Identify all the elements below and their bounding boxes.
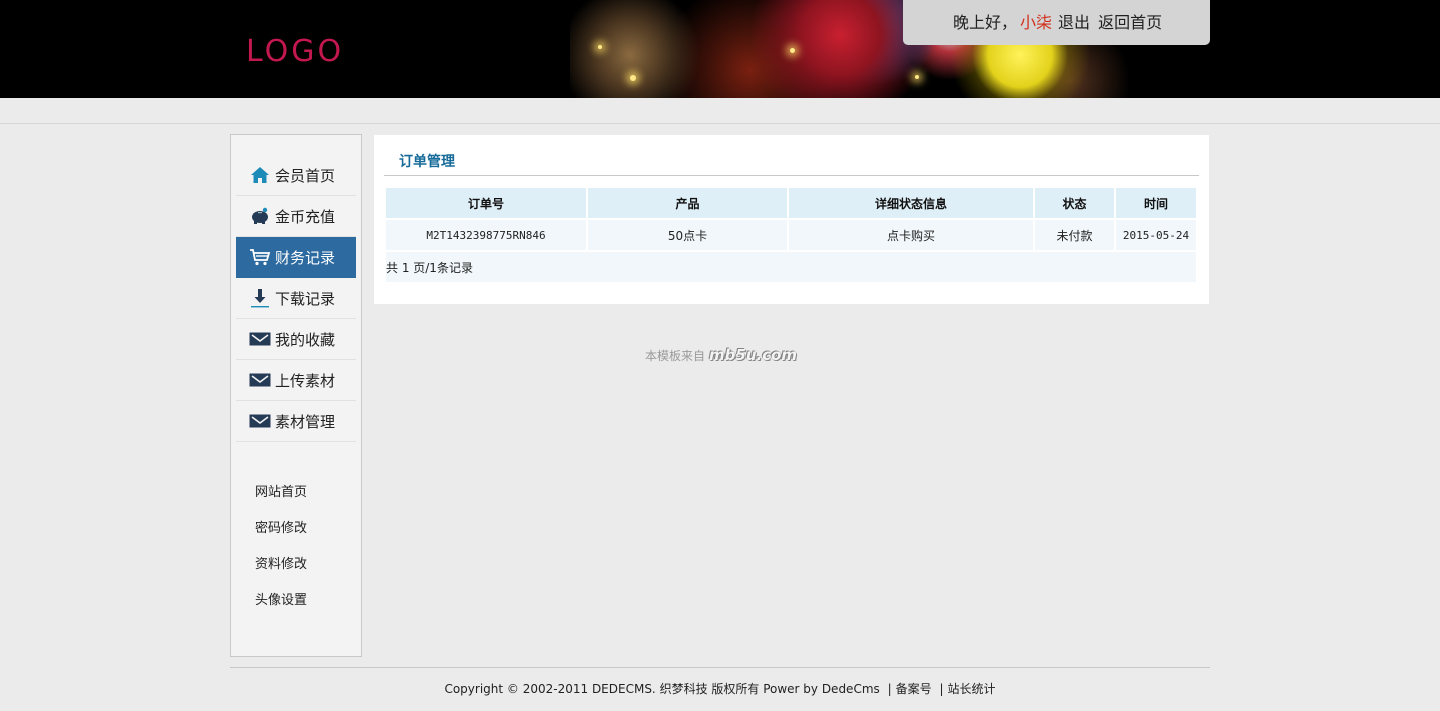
footer: Copyright © 2002-2011 DEDECMS. 织梦科技 版权所有… (0, 680, 1440, 697)
sidebar-link-avatar-settings[interactable]: 头像设置 (255, 589, 307, 608)
sidebar-item-member-home[interactable]: 会员首页 (236, 155, 356, 196)
sidebar-link-site-home[interactable]: 网站首页 (255, 481, 307, 500)
table-row: M2T1432398775RN846 50点卡 点卡购买 未付款 2015-05… (386, 220, 1196, 250)
username-link[interactable]: 小柒 (1020, 13, 1052, 32)
home-icon (249, 165, 271, 185)
sidebar-item-upload-material[interactable]: 上传素材 (236, 360, 356, 401)
status-cell: 未付款 (1035, 220, 1114, 250)
user-info-box: 晚上好， 小柒 退出 返回首页 (903, 0, 1210, 45)
column-header-time: 时间 (1116, 188, 1196, 218)
sidebar-item-coin-recharge[interactable]: 金币充值 (236, 196, 356, 237)
template-watermark: 本模板来自 mb5u.com (645, 346, 797, 364)
sidebar-item-finance-records[interactable]: 财务记录 (236, 237, 356, 278)
sidebar: 会员首页 金币充值 财务记录 下载记录 我的收藏 上传素材 素材管理 网站首页 … (230, 134, 362, 657)
details-cell: 点卡购买 (789, 220, 1033, 250)
piggy-bank-icon (249, 206, 271, 226)
product-cell: 50点卡 (588, 220, 787, 250)
watermark-site: mb5u.com (709, 346, 798, 364)
beian-link[interactable]: 备案号 (896, 682, 932, 696)
site-logo[interactable]: LOGO (246, 34, 344, 69)
sidebar-link-change-password[interactable]: 密码修改 (255, 517, 307, 536)
header-divider (0, 123, 1440, 124)
table-header: 订单号 产品 详细状态信息 状态 时间 (386, 188, 1196, 218)
sidebar-item-label: 财务记录 (275, 248, 336, 267)
envelope-icon (249, 411, 271, 431)
sidebar-item-label: 会员首页 (275, 166, 336, 185)
envelope-icon (249, 370, 271, 390)
watermark-text: 本模板来自 (645, 349, 706, 363)
sidebar-item-my-favorites[interactable]: 我的收藏 (236, 319, 356, 360)
title-divider (384, 175, 1199, 176)
time-cell: 2015-05-24 (1116, 220, 1196, 250)
pagination-info: 共 1 页/1条记录 (386, 252, 1196, 282)
home-link[interactable]: 返回首页 (1098, 13, 1162, 32)
column-header-details: 详细状态信息 (789, 188, 1033, 218)
header: LOGO 晚上好， 小柒 退出 返回首页 (0, 0, 1440, 98)
sidebar-item-label: 素材管理 (275, 412, 336, 431)
sidebar-link-edit-profile[interactable]: 资料修改 (255, 553, 307, 572)
column-header-order-no: 订单号 (386, 188, 586, 218)
order-management-panel: 订单管理 订单号 产品 详细状态信息 状态 时间 M2T1432398775RN… (374, 135, 1209, 304)
page-title: 订单管理 (399, 154, 455, 170)
site-stats-link[interactable]: 站长统计 (948, 682, 996, 696)
sidebar-item-label: 金币充值 (275, 207, 336, 226)
sidebar-item-material-management[interactable]: 素材管理 (236, 401, 356, 442)
order-number-cell: M2T1432398775RN846 (386, 220, 586, 250)
sidebar-item-label: 下载记录 (275, 289, 336, 308)
sidebar-item-download-records[interactable]: 下载记录 (236, 278, 356, 319)
column-header-product: 产品 (588, 188, 787, 218)
envelope-icon (249, 329, 271, 349)
greeting-text: 晚上好， (953, 13, 1018, 32)
download-icon (249, 288, 271, 308)
sidebar-item-label: 上传素材 (275, 371, 336, 390)
footer-separator: | (887, 682, 892, 696)
logout-link[interactable]: 退出 (1058, 13, 1090, 32)
column-header-status: 状态 (1035, 188, 1114, 218)
footer-separator: | (939, 682, 944, 696)
cart-icon (249, 247, 271, 267)
sidebar-item-label: 我的收藏 (275, 330, 336, 349)
copyright-text: Copyright © 2002-2011 DEDECMS. 织梦科技 版权所有… (444, 682, 880, 696)
footer-divider (230, 667, 1210, 668)
